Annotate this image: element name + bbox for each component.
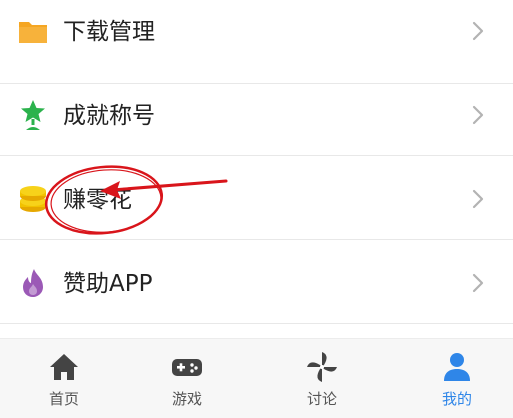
bottom-tab-bar: 首页 游戏 讨论 我的 (0, 338, 513, 418)
menu-item-sponsor-app[interactable]: 赞助APP (0, 240, 513, 324)
menu-list: 下载管理 成就称号 赚零花 赞助APP (0, 0, 513, 338)
tab-label: 游戏 (171, 390, 202, 408)
tab-label: 我的 (441, 390, 472, 408)
menu-item-label: 赞助APP (63, 271, 153, 297)
tab-label: 讨论 (306, 390, 337, 408)
menu-item-label: 赚零花 (63, 187, 132, 213)
trophy-star-icon (17, 99, 49, 131)
tab-games[interactable]: 游戏 (123, 339, 251, 418)
chevron-right-icon (469, 272, 487, 294)
menu-item-label: 成就称号 (63, 103, 155, 129)
tab-home[interactable]: 首页 (0, 339, 128, 418)
pinwheel-icon (306, 351, 338, 383)
folder-icon (17, 16, 49, 48)
chevron-right-icon (469, 104, 487, 126)
home-icon (48, 351, 80, 383)
gamepad-icon (171, 351, 203, 383)
chevron-right-icon (469, 20, 487, 42)
menu-item-label: 下载管理 (63, 19, 155, 45)
tab-mine[interactable]: 我的 (393, 339, 513, 418)
chevron-right-icon (469, 188, 487, 210)
tab-label: 首页 (48, 390, 79, 408)
coin-stack-icon (17, 183, 49, 215)
user-icon (441, 351, 473, 383)
profile-screen: 下载管理 成就称号 赚零花 赞助APP 首页 游戏 讨论 我的 (0, 0, 513, 418)
tab-discussion[interactable]: 讨论 (258, 339, 386, 418)
menu-item-achievements[interactable]: 成就称号 (0, 72, 513, 156)
menu-item-earn-money[interactable]: 赚零花 (0, 156, 513, 240)
flame-icon (17, 267, 49, 299)
